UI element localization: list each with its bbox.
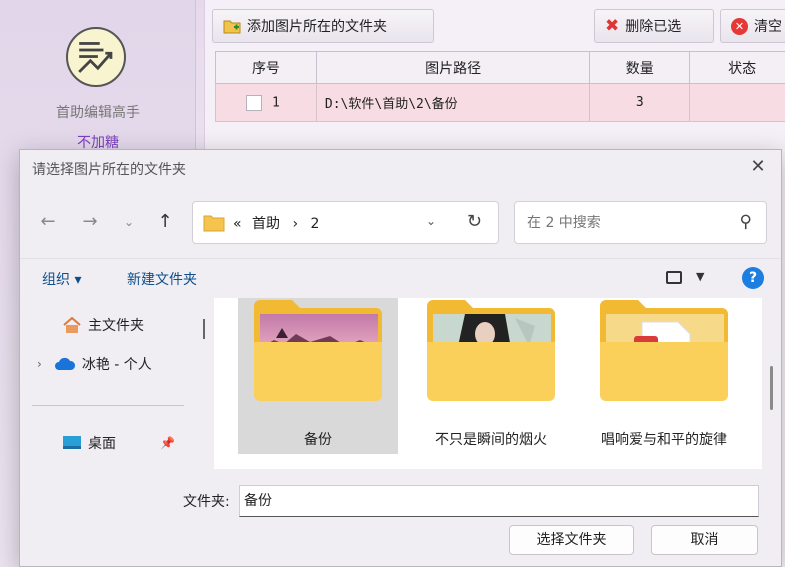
nav-item-desktop-label: 桌面 xyxy=(88,436,116,452)
nav-item-onedrive-label: 冰艳 - 个人 xyxy=(81,357,152,373)
view-options-chevron-icon[interactable]: ▼ xyxy=(696,270,704,283)
table-header: 序号 图片路径 数量 状态 xyxy=(215,51,785,84)
select-folder-dialog: 请选择图片所在的文件夹 ✕ ← → ⌄ ↑ « 首助 › 2 ⌄ ↻ ⚲ 组织 … xyxy=(19,149,782,567)
home-icon xyxy=(63,316,81,333)
folder-add-icon xyxy=(223,18,241,34)
add-folder-button[interactable]: 添加图片所在的文件夹 xyxy=(212,9,434,43)
breadcrumb: « 首助 › 2 xyxy=(233,213,319,233)
organize-menu[interactable]: 组织 ▾ xyxy=(42,269,81,289)
folder-item-melody[interactable]: P 唱响爱与和平的旋律 xyxy=(584,298,744,454)
refresh-icon[interactable]: ↻ xyxy=(467,211,482,232)
folder-item-label: 备份 xyxy=(304,432,332,448)
column-header-count[interactable]: 数量 xyxy=(589,51,691,84)
column-header-status[interactable]: 状态 xyxy=(689,51,785,84)
command-bar: 组织 ▾ 新建文件夹 ▼ ? xyxy=(20,258,781,298)
cloud-icon xyxy=(54,357,75,370)
nav-item-home-label: 主文件夹 xyxy=(88,318,144,334)
help-icon[interactable]: ? xyxy=(742,267,764,289)
address-bar[interactable]: « 首助 › 2 ⌄ ↻ xyxy=(192,201,499,244)
folder-with-document-icon: P xyxy=(600,300,728,401)
folder-item-fireworks[interactable]: 不只是瞬间的烟火 xyxy=(411,298,571,454)
forward-arrow-icon[interactable]: → xyxy=(76,208,104,236)
close-icon[interactable]: ✕ xyxy=(747,156,769,178)
up-arrow-icon[interactable]: ↑ xyxy=(151,208,179,236)
nav-divider xyxy=(32,405,184,406)
new-folder-button[interactable]: 新建文件夹 xyxy=(127,269,197,289)
dialog-title: 请选择图片所在的文件夹 xyxy=(32,162,186,178)
content-scrollbar[interactable] xyxy=(770,366,773,410)
clear-label: 清空 xyxy=(754,19,782,35)
row-count: 3 xyxy=(589,83,691,122)
folder-item-label: 不只是瞬间的烟火 xyxy=(435,432,547,448)
expand-chevron-icon[interactable]: › xyxy=(37,357,42,371)
folder-field-label: 文件夹: xyxy=(183,494,230,510)
search-icon[interactable]: ⚲ xyxy=(740,212,752,232)
folder-item-backup[interactable]: 备份 xyxy=(238,298,398,454)
delete-selected-label: 删除已选 xyxy=(625,19,682,35)
column-header-index[interactable]: 序号 xyxy=(215,51,317,84)
nav-scrollbar[interactable] xyxy=(203,319,205,339)
breadcrumb-item-shouzhu[interactable]: 首助 xyxy=(252,216,280,232)
folder-item-label: 唱响爱与和平的旋律 xyxy=(601,432,727,448)
cancel-button[interactable]: 取消 xyxy=(651,525,758,555)
folder-name-input[interactable]: 备份 xyxy=(239,485,759,517)
delete-selected-button[interactable]: ✖ 删除已选 xyxy=(594,9,714,43)
image-folder-table: 序号 图片路径 数量 状态 1 D:\软件\首助\2\备份 3 xyxy=(215,51,785,122)
add-folder-label: 添加图片所在的文件夹 xyxy=(247,19,387,35)
table-row[interactable]: 1 D:\软件\首助\2\备份 3 xyxy=(215,83,785,122)
breadcrumb-overflow[interactable]: « xyxy=(233,216,242,232)
search-input[interactable] xyxy=(527,213,717,233)
back-arrow-icon[interactable]: ← xyxy=(34,208,62,236)
view-mode-icon[interactable] xyxy=(666,271,682,284)
address-dropdown-chevron-icon[interactable]: ⌄ xyxy=(426,214,436,228)
app-name: 首助编辑高手 xyxy=(56,105,140,121)
desktop-icon xyxy=(63,436,81,449)
nav-item-onedrive[interactable]: › 冰艳 - 个人 xyxy=(37,354,152,374)
delete-x-icon: ✖ xyxy=(605,16,620,36)
folder-with-landscape-icon xyxy=(254,300,382,401)
folder-with-portrait-icon xyxy=(427,300,555,401)
select-folder-button[interactable]: 选择文件夹 xyxy=(509,525,634,555)
row-path: D:\软件\首助\2\备份 xyxy=(315,83,591,122)
row-checkbox[interactable] xyxy=(246,94,262,111)
nav-item-desktop[interactable]: 桌面 📌 xyxy=(62,433,175,453)
breadcrumb-separator: › xyxy=(292,215,299,232)
folder-content-pane: 备份 不只是瞬间的烟火 P 唱响爱与和平的旋律 xyxy=(214,298,762,469)
app-logo-icon xyxy=(66,27,126,87)
column-header-path[interactable]: 图片路径 xyxy=(315,51,591,84)
row-status xyxy=(689,83,785,122)
folder-icon xyxy=(203,214,225,232)
clear-icon: ✕ xyxy=(731,17,748,35)
clear-button[interactable]: ✕ 清空 xyxy=(720,9,785,43)
search-box[interactable]: ⚲ xyxy=(514,201,767,244)
breadcrumb-item-2[interactable]: 2 xyxy=(311,216,320,232)
navigation-pane: 主文件夹 › 冰艳 - 个人 桌面 📌 xyxy=(20,298,205,469)
row-index: 1 xyxy=(272,95,280,110)
pin-icon[interactable]: 📌 xyxy=(160,436,175,450)
recent-locations-chevron-icon[interactable]: ⌄ xyxy=(115,208,143,236)
nav-item-home[interactable]: 主文件夹 xyxy=(62,315,144,335)
